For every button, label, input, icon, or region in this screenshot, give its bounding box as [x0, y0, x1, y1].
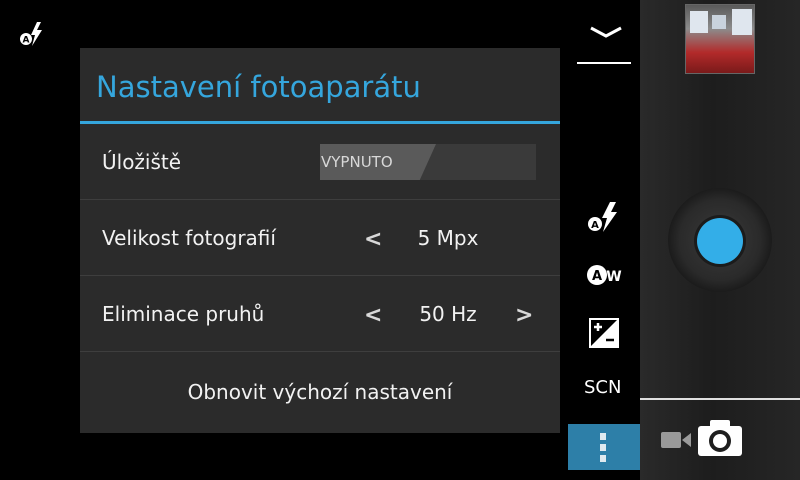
storage-label: Úložiště — [102, 150, 182, 174]
antibanding-prev-button[interactable]: < — [364, 276, 382, 356]
photo-size-prev-button[interactable]: < — [364, 200, 382, 280]
photo-size-row: Velikost fotografií < 5 Mpx — [80, 200, 560, 276]
antibanding-next-button[interactable]: > — [515, 276, 533, 356]
camera-settings-dialog: Nastavení fotoaparátu Úložiště VYPNUTO V… — [80, 48, 560, 433]
storage-row: Úložiště VYPNUTO — [80, 124, 560, 200]
dialog-title: Nastavení fotoaparátu — [80, 48, 560, 124]
antibanding-row: Eliminace pruhů < 50 Hz > — [80, 276, 560, 352]
white-balance-auto-icon[interactable]: A W — [586, 262, 622, 288]
mode-divider — [640, 398, 800, 400]
flash-auto-icon[interactable]: A — [586, 200, 622, 234]
antibanding-label: Eliminace pruhů — [102, 302, 265, 326]
chevron-down-icon[interactable] — [586, 20, 626, 46]
more-dots-icon — [600, 433, 606, 440]
svg-text:W: W — [606, 269, 621, 285]
last-photo-thumbnail[interactable] — [685, 4, 755, 74]
photo-size-label: Velikost fotografií — [102, 226, 276, 250]
svg-text:A: A — [591, 220, 599, 231]
flash-auto-icon: A — [20, 22, 42, 46]
svg-text:A: A — [592, 269, 602, 284]
photo-size-value: 5 Mpx — [417, 226, 479, 250]
svg-text:A: A — [23, 36, 30, 46]
antibanding-value: 50 Hz — [419, 302, 477, 326]
scene-mode-button[interactable]: SCN — [584, 377, 621, 398]
storage-toggle[interactable]: VYPNUTO — [320, 144, 536, 180]
reset-defaults-button[interactable]: Obnovit výchozí nastavení — [80, 352, 560, 432]
collapse-divider — [577, 62, 631, 64]
video-camera-icon[interactable] — [660, 429, 692, 451]
exposure-compensation-icon[interactable] — [589, 318, 619, 348]
camera-icon[interactable] — [697, 419, 743, 457]
storage-toggle-off-label: VYPNUTO — [320, 144, 436, 180]
more-options-button[interactable] — [568, 424, 640, 470]
shutter-button[interactable] — [697, 218, 743, 264]
